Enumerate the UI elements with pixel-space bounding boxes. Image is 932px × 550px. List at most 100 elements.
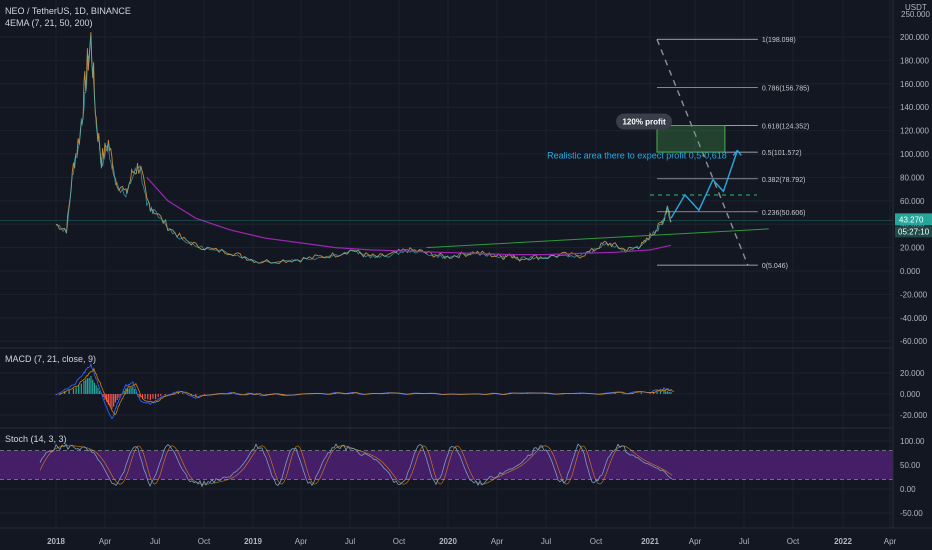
annotation-text: Realistic area there to expect profit 0,… bbox=[547, 151, 727, 161]
fib-level-label: 0(5.046) bbox=[762, 263, 788, 270]
macd-histogram-bar bbox=[203, 394, 206, 395]
indicator-label[interactable]: 4EMA (7, 21, 50, 200) bbox=[5, 18, 93, 28]
macd-histogram-bar bbox=[93, 382, 96, 394]
macd-histogram-bar bbox=[152, 394, 154, 399]
current-price-value: 43.270 bbox=[899, 215, 924, 224]
y-tick-label: 0.000 bbox=[900, 267, 921, 276]
macd-histogram-bar bbox=[164, 394, 166, 395]
stoch-label[interactable]: Stoch (14, 3, 3) bbox=[5, 434, 67, 444]
macd-histogram-bar bbox=[85, 379, 87, 394]
macd-histogram-bar bbox=[666, 391, 669, 394]
macd-histogram-bar bbox=[668, 391, 670, 394]
macd-histogram-bar bbox=[656, 391, 658, 394]
y-tick-label: 180.000 bbox=[900, 56, 929, 65]
macd-histogram-bar bbox=[665, 391, 667, 394]
macd-label[interactable]: MACD (7, 21, close, 9) bbox=[5, 354, 96, 364]
trading-chart[interactable]: 1(198.098) 0.786(156.785) 0.618(124.352) 0.… bbox=[0, 0, 932, 550]
x-tick-label: 2022 bbox=[834, 537, 852, 546]
macd-histogram-bar bbox=[116, 394, 118, 400]
macd-y-tick-label: -20.000 bbox=[900, 411, 928, 420]
x-tick-label: Oct bbox=[787, 537, 800, 546]
macd-histogram-bar bbox=[92, 379, 94, 394]
x-tick-label: Oct bbox=[590, 537, 603, 546]
trendline bbox=[426, 228, 769, 249]
currency-value: 250.000 bbox=[901, 10, 930, 19]
y-tick-label: 80.000 bbox=[900, 173, 925, 182]
x-tick-label: 2018 bbox=[47, 537, 65, 546]
y-tick-label: 160.000 bbox=[900, 80, 929, 89]
y-tick-label: 20.000 bbox=[900, 244, 925, 253]
macd-histogram-bar bbox=[154, 394, 157, 400]
countdown-value: 05:27:10 bbox=[898, 227, 930, 236]
macd-histogram-bar bbox=[147, 394, 149, 400]
macd-histogram-bar bbox=[123, 390, 125, 394]
macd-histogram-bar bbox=[75, 387, 77, 394]
macd-histogram-bar bbox=[97, 388, 99, 394]
y-tick-label: 100.000 bbox=[900, 150, 929, 159]
fib-level-label: 1(198.098) bbox=[762, 37, 796, 44]
macd-histogram-bar bbox=[80, 383, 82, 394]
macd-line bbox=[55, 362, 672, 420]
x-tick-label: Jul bbox=[345, 537, 355, 546]
y-tick-label: -40.000 bbox=[900, 314, 928, 323]
stoch-pane[interactable] bbox=[0, 443, 893, 488]
macd-histogram-bar bbox=[144, 394, 146, 400]
x-tick-label: Jul bbox=[541, 537, 551, 546]
ema-fast-series bbox=[55, 34, 672, 264]
ema200-series bbox=[146, 176, 672, 256]
macd-histogram-bar bbox=[157, 394, 159, 397]
macd-histogram-bar bbox=[83, 380, 85, 394]
y-tick-label: 200.000 bbox=[900, 33, 929, 42]
macd-signal-line bbox=[58, 367, 675, 416]
macd-histogram-bar bbox=[128, 388, 130, 394]
macd-histogram-bar bbox=[649, 393, 651, 394]
macd-y-tick-label: 20.000 bbox=[900, 369, 925, 378]
macd-histogram-bar bbox=[130, 387, 132, 394]
macd-y-tick-label: 0.000 bbox=[900, 390, 921, 399]
stoch-y-tick-label: 100.00 bbox=[900, 437, 925, 446]
forecast-arrowhead bbox=[732, 149, 742, 156]
x-tick-label: Apr bbox=[689, 537, 702, 546]
symbol-title[interactable]: NEO / TetherUS, 1D, BINANCE bbox=[5, 6, 131, 16]
macd-histogram-bar bbox=[90, 375, 92, 394]
x-tick-label: Oct bbox=[393, 537, 406, 546]
macd-histogram-bar bbox=[182, 392, 184, 394]
stoch-y-tick-label: -50.00 bbox=[900, 509, 923, 518]
x-tick-label: Apr bbox=[884, 537, 897, 546]
macd-histogram-bar bbox=[132, 386, 134, 394]
macd-histogram-bar bbox=[114, 394, 116, 403]
x-tick-label: Oct bbox=[198, 537, 211, 546]
macd-histogram-bar bbox=[149, 394, 151, 401]
y-tick-label: 120.000 bbox=[900, 127, 929, 136]
x-tick-label: 2021 bbox=[641, 537, 659, 546]
fib-level-label: 0.5(101.572) bbox=[762, 150, 802, 157]
fib-level-label: 0.786(156.785) bbox=[762, 86, 809, 93]
macd-histogram-bar bbox=[113, 394, 115, 407]
macd-histogram-bar bbox=[160, 394, 162, 396]
x-tick-label: Jul bbox=[150, 537, 160, 546]
x-tick-label: Apr bbox=[295, 537, 308, 546]
fib-level-label: 0.618(124.352) bbox=[762, 124, 809, 131]
x-tick-label: Jul bbox=[739, 537, 749, 546]
y-tick-label: 140.000 bbox=[900, 103, 929, 112]
stoch-y-tick-label: 50.00 bbox=[900, 461, 921, 470]
fib-level-label: 0.382(78.792) bbox=[762, 177, 806, 184]
profit-label: 120% profit bbox=[622, 118, 665, 127]
price-pane[interactable]: 1(198.098) 0.786(156.785) 0.618(124.352) 0.… bbox=[0, 32, 893, 270]
macd-histogram-bar bbox=[95, 385, 97, 394]
macd-histogram-bar bbox=[88, 377, 90, 394]
macd-histogram-bar bbox=[68, 390, 70, 394]
stoch-y-tick-label: 0.00 bbox=[900, 485, 916, 494]
x-tick-label: 2019 bbox=[244, 537, 262, 546]
x-tick-label: Apr bbox=[99, 537, 112, 546]
y-tick-label: -60.000 bbox=[900, 337, 928, 346]
macd-histogram-bar bbox=[118, 394, 120, 398]
x-tick-label: Apr bbox=[491, 537, 504, 546]
profit-zone-box bbox=[656, 125, 726, 153]
y-tick-label: -20.000 bbox=[900, 290, 928, 299]
y-tick-label: 60.000 bbox=[900, 197, 925, 206]
fib-level-label: 0.236(50.606) bbox=[762, 210, 806, 217]
macd-histogram-bar bbox=[111, 394, 113, 409]
macd-histogram-bar bbox=[670, 392, 672, 394]
macd-pane[interactable] bbox=[55, 362, 675, 420]
